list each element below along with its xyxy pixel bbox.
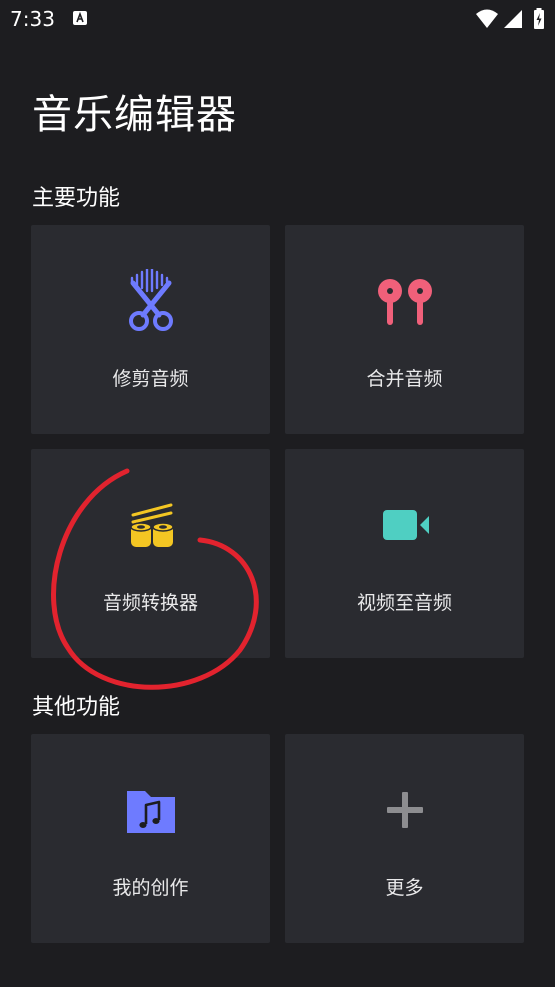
page-title: 音乐编辑器 <box>32 92 237 138</box>
a-icon <box>73 11 87 25</box>
video-to-audio-label: 视频至音频 <box>356 592 452 614</box>
merge-audio-card[interactable]: 合并音频 <box>285 225 524 434</box>
plus-icon <box>386 792 423 828</box>
video-camera-icon <box>382 510 429 540</box>
wifi-icon <box>476 9 498 28</box>
trim-audio-card[interactable]: 修剪音频 <box>31 225 270 434</box>
trim-audio-label: 修剪音频 <box>112 368 189 390</box>
more-label: 更多 <box>385 877 424 899</box>
battery-charging-icon <box>534 8 544 29</box>
earbuds-icon <box>377 279 432 325</box>
scissors-waveform-icon <box>128 269 173 331</box>
my-creations-card[interactable]: 我的创作 <box>31 734 270 943</box>
film-reels-icon <box>129 503 174 547</box>
merge-audio-label: 合并音频 <box>366 368 443 390</box>
audio-converter-label: 音频转换器 <box>102 592 198 614</box>
signal-icon <box>504 10 522 28</box>
status-time: 7:33 <box>10 7 55 31</box>
status-bar: 7:33 <box>0 0 555 40</box>
section-title-other: 其他功能 <box>32 695 121 720</box>
audio-converter-card[interactable]: 音频转换器 <box>31 449 270 658</box>
music-folder-icon <box>126 791 175 833</box>
more-card[interactable]: 更多 <box>285 734 524 943</box>
video-to-audio-card[interactable]: 视频至音频 <box>285 449 524 658</box>
section-title-main: 主要功能 <box>32 186 121 211</box>
my-creations-label: 我的创作 <box>112 877 189 899</box>
